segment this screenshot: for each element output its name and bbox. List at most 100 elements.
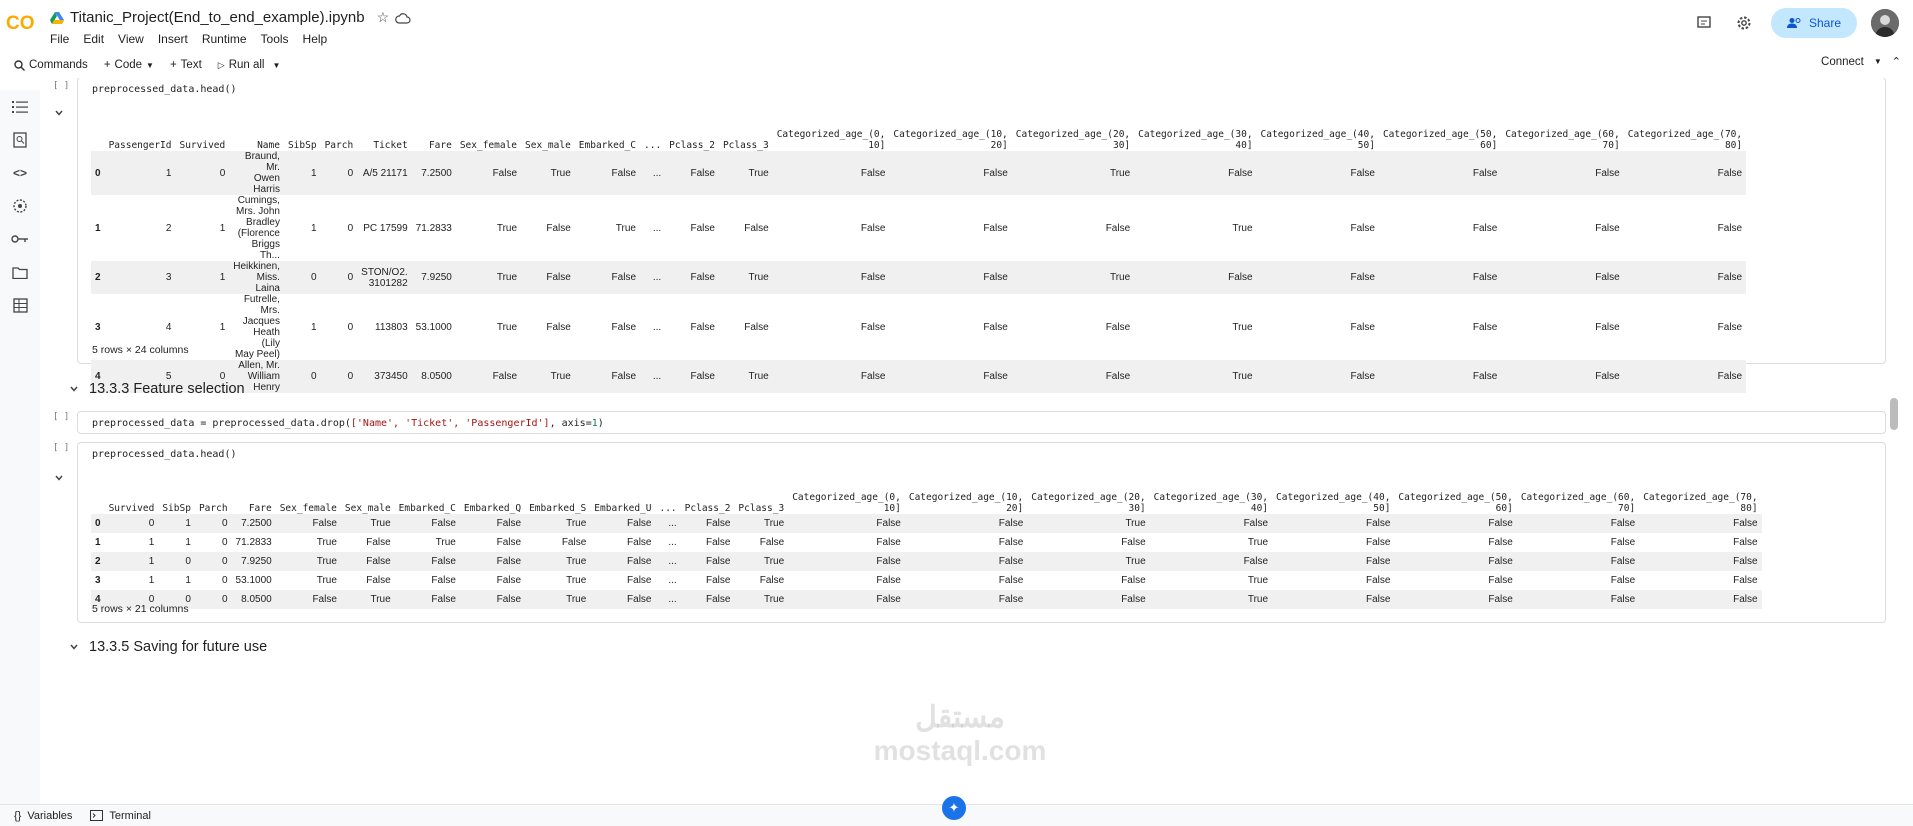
table-cell: True (1232, 371, 1253, 382)
star-icon[interactable]: ☆ (377, 9, 390, 26)
table-cell: False (1733, 556, 1758, 567)
table-cell: 1 (185, 575, 191, 586)
chevron-down-icon[interactable]: ▼ (1874, 57, 1882, 66)
chevron-down-icon[interactable] (54, 108, 64, 118)
table-cell: False (561, 537, 587, 548)
table-cell: False (1610, 556, 1636, 567)
menu-insert[interactable]: Insert (158, 32, 188, 46)
variables-label: Variables (27, 809, 73, 822)
menu-tools[interactable]: Tools (261, 32, 289, 46)
code-text: preprocessed_data.head() (92, 449, 237, 460)
table-cell: False (744, 321, 769, 333)
table-cell: False (1472, 321, 1498, 333)
column-header: Pclass_2 (684, 503, 731, 514)
chevron-down-icon[interactable] (69, 384, 79, 394)
table-cell: False (312, 518, 337, 529)
run-all-button[interactable]: ▷ Run all ▼ (210, 53, 289, 77)
share-button[interactable]: Share (1770, 8, 1857, 38)
table-cell: False (1717, 371, 1743, 382)
key-icon[interactable] (10, 229, 30, 249)
table-cell: 1 (95, 537, 101, 548)
table-cell: 1 (311, 167, 317, 179)
dataframe-table-1: PassengerId Survived Name SibSp Parch Ticket F… (91, 113, 1747, 393)
connect-button[interactable]: Connect (1821, 56, 1864, 68)
table-cell: 0 (221, 575, 228, 586)
table-cell: False (998, 537, 1024, 548)
table-cell: 53.1000 (415, 321, 452, 333)
commands-button[interactable]: Commands (6, 53, 96, 77)
section-heading[interactable]: 13.3.3 Feature selection (69, 381, 245, 397)
table-cell: False (690, 371, 715, 382)
table-cell: False (1595, 272, 1620, 283)
secrets-icon[interactable] (10, 196, 30, 216)
table-cell: A/5 21171 (362, 167, 408, 179)
table-cell: True (615, 222, 636, 234)
table-shape: 5 rows × 24 columns (92, 344, 189, 356)
table-cell: False (627, 537, 652, 548)
column-header: Embarked_S (529, 503, 587, 514)
table-cell: 1 (219, 222, 226, 234)
table-cell: 1 (311, 222, 317, 234)
menu-runtime[interactable]: Runtime (202, 32, 247, 46)
menu-help[interactable]: Help (303, 32, 328, 46)
scrollbar[interactable] (1890, 398, 1898, 430)
run-cell-button[interactable]: [ ] (53, 443, 69, 453)
code-snippets-icon[interactable]: <> (10, 163, 30, 183)
table-cell: False (705, 556, 731, 567)
table-cell: 0 (311, 371, 317, 382)
terminal-button[interactable]: Terminal (90, 810, 151, 822)
column-header: Categorized_age_(50, 60] (1398, 492, 1513, 514)
variables-button[interactable]: {} Variables (14, 810, 72, 822)
table-cell: False (496, 594, 522, 605)
column-header: Sex_male (344, 503, 391, 514)
table-cell: False (690, 167, 715, 179)
cloud-icon[interactable] (395, 12, 411, 24)
table-cell: False (1350, 272, 1375, 283)
column-header: Categorized_age_(10, 20] (908, 492, 1024, 514)
table-cell: False (1350, 371, 1375, 382)
table-cell: False (1488, 537, 1513, 548)
table-cell: False (690, 222, 715, 234)
chevron-down-icon[interactable]: ▼ (273, 61, 281, 70)
add-text-button[interactable]: + Text (162, 53, 210, 77)
add-code-label: Code (114, 59, 143, 71)
table-cell: True (1247, 594, 1269, 605)
comment-icon[interactable] (1691, 10, 1717, 36)
run-cell-button[interactable]: [ ] (53, 81, 69, 91)
table-cell: 0 (185, 556, 191, 567)
gemini-icon[interactable]: ✦ (942, 796, 966, 820)
column-header: Survived (179, 140, 226, 151)
table-cell: False (998, 575, 1024, 586)
menu-edit[interactable]: Edit (83, 32, 104, 46)
chevron-down-icon[interactable] (69, 642, 79, 652)
notebook-title[interactable]: Titanic_Project(End_to_end_example).ipyn… (70, 9, 365, 26)
table-cell: False (705, 594, 731, 605)
table-cell: 1 (219, 272, 226, 283)
gear-icon[interactable] (1731, 10, 1757, 36)
column-header: PassengerId (108, 140, 172, 151)
run-cell-button[interactable]: [ ] (53, 412, 69, 422)
section-heading[interactable]: 13.3.5 Saving for future use (69, 639, 267, 655)
find-icon[interactable] (10, 130, 30, 150)
menu-file[interactable]: File (50, 32, 69, 46)
folder-icon[interactable] (10, 262, 30, 282)
table-cell: False (546, 272, 571, 283)
avatar[interactable] (1871, 9, 1899, 37)
code-line[interactable]: preprocessed_data.head() (92, 449, 237, 460)
table-row: 4 5 0 Allen, Mr. William Henry 0 0 373450 8.0500… (91, 360, 1747, 393)
menu-view[interactable]: View (118, 32, 144, 46)
code-line[interactable]: preprocessed_data = preprocessed_data.dr… (92, 418, 604, 429)
table-cell: False (983, 222, 1008, 234)
chevron-down-icon[interactable]: ▼ (146, 61, 154, 70)
colab-logo[interactable]: CO (6, 11, 38, 33)
table-cell: True (316, 556, 337, 567)
add-code-button[interactable]: + Code ▼ (96, 53, 162, 77)
table-cell: 0 (221, 518, 228, 529)
toc-icon[interactable] (10, 97, 30, 117)
code-text: preprocessed_data.head() (92, 84, 237, 95)
code-line[interactable]: preprocessed_data.head() (92, 84, 237, 95)
table-cell: False (431, 575, 456, 586)
collapse-icon[interactable]: ⌃ (1892, 55, 1901, 68)
chevron-down-icon[interactable] (54, 473, 64, 483)
table-icon[interactable] (10, 295, 30, 315)
